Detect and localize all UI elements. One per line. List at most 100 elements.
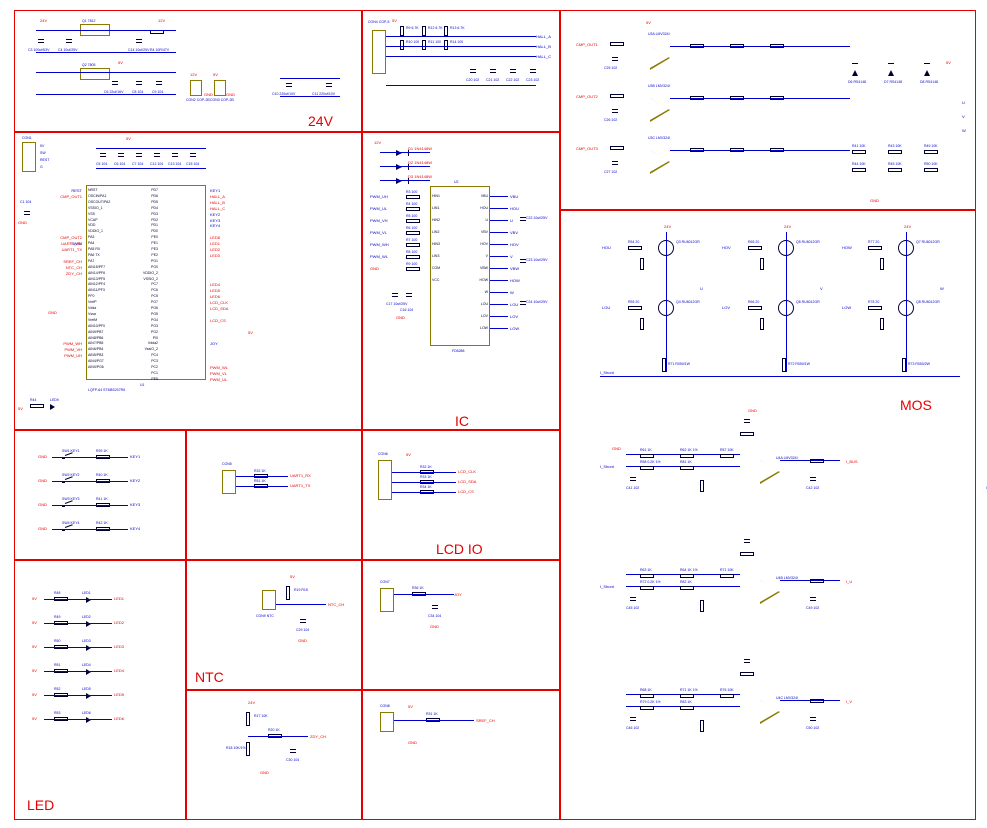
net: CMP_OUT1 bbox=[38, 194, 82, 199]
mcu-pin: Vdda2 bbox=[112, 341, 158, 346]
drv-net: PWM_WH bbox=[370, 242, 389, 247]
gate-net: LOU bbox=[602, 305, 610, 310]
gate-r-label: R65 20 bbox=[748, 240, 759, 244]
label-led: LED bbox=[27, 797, 54, 813]
led-r-label: R52 bbox=[54, 687, 60, 691]
led-5v: 5V bbox=[32, 668, 37, 673]
mcu-pin: PD6 bbox=[112, 194, 158, 199]
net: UART1_TX bbox=[38, 247, 82, 252]
u2-part: FD6288 bbox=[452, 349, 464, 353]
decap-label: C15 104 bbox=[186, 162, 199, 166]
led-r-label: R49 bbox=[54, 615, 60, 619]
hall-c-label: C20 102 bbox=[466, 78, 479, 82]
net: KEY2 bbox=[210, 212, 220, 217]
led-net: LED4 bbox=[114, 668, 124, 673]
r20l: R20 1K bbox=[268, 728, 280, 732]
sense-r-label: R57 10K bbox=[720, 448, 734, 452]
hall-c bbox=[530, 66, 536, 76]
rail-24v-a: 24V bbox=[40, 18, 47, 23]
boot-cap-label: C23 10uf/25V bbox=[526, 258, 547, 262]
wh3 bbox=[386, 56, 536, 57]
sense-fb-c bbox=[744, 536, 750, 546]
sense-c bbox=[810, 594, 816, 604]
sense-r-label: R64 1K 1% bbox=[680, 568, 698, 572]
mcu-pin: PG3 bbox=[112, 324, 158, 329]
drv-pin: HOV bbox=[464, 242, 488, 247]
hall-c bbox=[510, 66, 516, 76]
hall-r bbox=[444, 40, 448, 50]
drv-r bbox=[406, 267, 420, 271]
con9l: CON9 NTC bbox=[256, 614, 274, 618]
c6 bbox=[112, 78, 118, 88]
lcd-r-label: R32 1K bbox=[420, 465, 432, 469]
gnd-ntc: GND bbox=[298, 638, 307, 643]
con1l: CON1 bbox=[22, 136, 32, 140]
sense-out: I_BUS bbox=[846, 459, 858, 464]
sense-c-label: C41 102 bbox=[626, 486, 639, 490]
mcu-pin: VDDIO_2 bbox=[112, 271, 158, 276]
net: ZDY_CH bbox=[38, 271, 82, 276]
r19 bbox=[286, 586, 290, 600]
boot-diode-label: D1 1N4148W bbox=[408, 146, 432, 151]
gate-r bbox=[628, 246, 642, 250]
net: SREF_CH bbox=[38, 259, 82, 264]
sw-label: SW3 KEY3 bbox=[62, 497, 80, 501]
gate-r-label: R77 20 bbox=[868, 240, 879, 244]
drv-pin: LOW bbox=[464, 326, 488, 331]
hall-r bbox=[422, 26, 426, 36]
cmp-c-label: C25 102 bbox=[604, 66, 617, 70]
sense-in: I_Shunt bbox=[600, 584, 614, 589]
drv-out: HOU bbox=[510, 206, 519, 211]
gate-r bbox=[628, 306, 642, 310]
con2 bbox=[190, 80, 202, 96]
mcu-pin: PE1 bbox=[112, 241, 158, 246]
pulldown-r bbox=[640, 318, 644, 330]
r44l: R44 bbox=[30, 398, 36, 402]
led-r-label: R48 bbox=[54, 591, 60, 595]
drv-out: HOV bbox=[510, 242, 519, 247]
rail-5v-cmp: 5V bbox=[646, 20, 651, 25]
label-ic: IC bbox=[455, 413, 469, 429]
sense-r bbox=[680, 586, 694, 590]
cmp-diode bbox=[924, 70, 930, 76]
net: LED5 bbox=[210, 288, 220, 293]
mcu-pin: PE3 bbox=[112, 247, 158, 252]
net: LED3 bbox=[210, 253, 220, 258]
net: KEY1 bbox=[210, 188, 220, 193]
net: LCD_CLK bbox=[210, 300, 228, 305]
w4 bbox=[36, 94, 176, 95]
led-r-label: R53 bbox=[54, 711, 60, 715]
rail-24v-m1: 24V bbox=[664, 224, 671, 229]
btn-net: KEY3 bbox=[130, 502, 140, 507]
mosfet-label: Q3 RU6012GR bbox=[676, 240, 700, 244]
hall-c bbox=[490, 66, 496, 76]
r36l: R36 1K bbox=[412, 586, 424, 590]
net: LCD_CS bbox=[210, 318, 226, 323]
decap-label: C5 104 bbox=[96, 162, 107, 166]
sense-r bbox=[680, 454, 694, 458]
boot-diode bbox=[396, 150, 402, 156]
gnd-mcu1: GND bbox=[48, 310, 57, 315]
rail-12v-ic: 12V bbox=[374, 140, 381, 145]
cmp-diode-label: D7 RS4148 bbox=[884, 80, 902, 84]
opamp-label: U3A LMV324I bbox=[648, 32, 670, 36]
cmp-r2 bbox=[690, 44, 704, 48]
cmp-r2 bbox=[770, 44, 784, 48]
rail-5v-lcd: 5V bbox=[406, 452, 411, 457]
net: REST bbox=[38, 188, 82, 193]
gate-r-label: R78 20 bbox=[868, 300, 879, 304]
drv-net: PWM_UL bbox=[370, 206, 387, 211]
net: LCD_SDA bbox=[210, 306, 228, 311]
boot-diode-label: D2 1N4148W bbox=[408, 160, 432, 165]
led-sym bbox=[86, 693, 91, 699]
boot-diode bbox=[396, 164, 402, 170]
rail-5v-b: 5V bbox=[213, 72, 218, 77]
drv-r bbox=[406, 207, 420, 211]
btn-r-label: R39 1K bbox=[96, 449, 108, 453]
sense-c-label: C50 102 bbox=[806, 726, 819, 730]
mcu-pin: PD0 bbox=[112, 229, 158, 234]
cmp-sum-r bbox=[924, 150, 938, 154]
phase-net: W bbox=[940, 286, 944, 291]
sense-c-label: C49 102 bbox=[806, 606, 819, 610]
con1-pin: 5V bbox=[40, 144, 44, 148]
